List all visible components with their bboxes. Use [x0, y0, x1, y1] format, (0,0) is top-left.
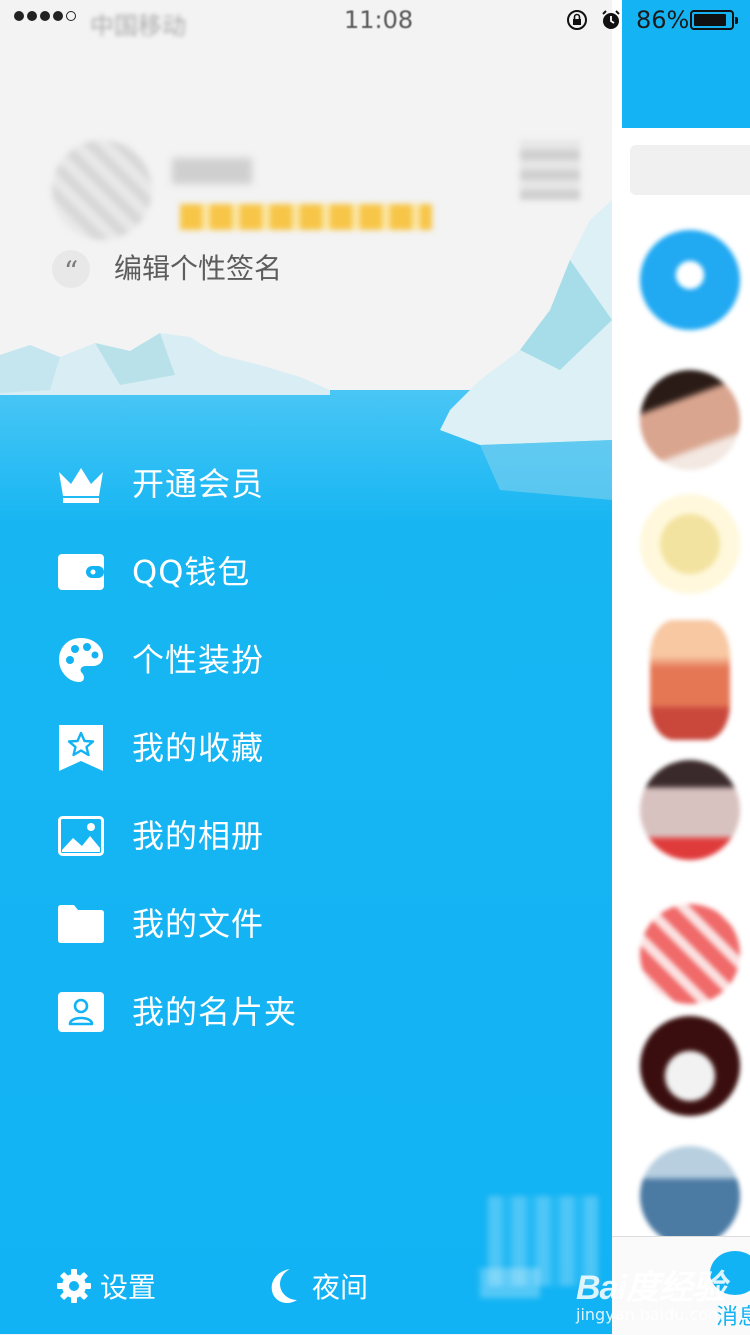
palette-icon	[56, 635, 106, 685]
message-list-panel[interactable]: 消息	[612, 0, 750, 1335]
qr-code-icon[interactable]	[520, 140, 580, 200]
menu-item-cards[interactable]: 我的名片夹	[56, 982, 297, 1042]
carrier-name: 中国移动	[90, 12, 186, 40]
gear-icon	[57, 1269, 91, 1303]
quote-icon: “	[52, 250, 90, 288]
chat-avatar[interactable]	[640, 1016, 740, 1116]
menu-item-label: 我的名片夹	[132, 993, 298, 1031]
settings-button[interactable]: 设置	[56, 1256, 156, 1316]
drawer-bottom-bar: 设置 夜间	[0, 1256, 612, 1316]
night-mode-label: 夜间	[312, 1271, 369, 1304]
menu-item-personalize[interactable]: 个性装扮	[56, 630, 264, 690]
menu-item-favorites[interactable]: 我的收藏	[56, 718, 264, 778]
wallet-icon	[56, 547, 106, 597]
battery-percentage: 86%	[636, 6, 690, 34]
bookmark-star-icon	[56, 723, 106, 773]
moon-icon	[271, 1269, 297, 1304]
baidu-jingyan-watermark: Bai度经验 jingyan.baidu.com	[576, 1260, 726, 1324]
chat-avatar[interactable]	[640, 1146, 740, 1246]
clock: 11:08	[344, 6, 414, 34]
menu-item-files[interactable]: 我的文件	[56, 894, 264, 954]
folder-icon	[56, 899, 106, 949]
contact-card-icon	[56, 987, 106, 1037]
iceberg-left-decoration	[0, 333, 330, 395]
edit-signature-link[interactable]: 编辑个性签名	[114, 250, 282, 288]
menu-item-label: 我的相册	[132, 817, 265, 855]
status-bar: 中国移动 11:08 86%	[0, 0, 750, 40]
menu-item-album[interactable]: 我的相册	[56, 806, 264, 866]
search-bar[interactable]	[630, 145, 750, 195]
menu-item-label: 我的收藏	[132, 729, 265, 767]
side-drawer: “ 编辑个性签名 开通会员 QQ钱包 个性装扮 我的收藏 我的相册 我的文件 我…	[0, 0, 612, 1334]
iceberg-right-decoration	[440, 200, 612, 500]
chat-avatar[interactable]	[640, 760, 740, 860]
settings-label: 设置	[100, 1271, 157, 1304]
chat-avatar[interactable]	[640, 230, 740, 330]
user-nickname[interactable]	[172, 158, 252, 184]
signal-strength-icon	[14, 11, 76, 21]
vip-level-badges[interactable]	[180, 204, 432, 230]
menu-item-label: 个性装扮	[132, 641, 265, 679]
night-mode-button[interactable]: 夜间	[266, 1256, 368, 1316]
battery-icon	[690, 10, 738, 30]
user-avatar[interactable]	[52, 140, 152, 240]
chat-avatar[interactable]	[640, 494, 740, 594]
rotation-lock-icon	[567, 10, 587, 30]
menu-item-label: QQ钱包	[132, 553, 251, 591]
menu-item-vip[interactable]: 开通会员	[56, 454, 264, 514]
menu-item-label: 我的文件	[132, 905, 265, 943]
chat-avatar[interactable]	[640, 904, 740, 1004]
menu-item-wallet[interactable]: QQ钱包	[56, 542, 250, 602]
watermark-url: jingyan.baidu.com	[576, 1305, 724, 1324]
photo-icon	[56, 811, 106, 861]
chat-avatar[interactable]	[640, 370, 740, 470]
menu-item-label: 开通会员	[132, 465, 265, 503]
alarm-icon	[602, 10, 620, 29]
crown-icon	[56, 459, 106, 509]
chat-avatar[interactable]	[650, 620, 730, 740]
watermark-brand: Bai度经验	[576, 1269, 726, 1307]
